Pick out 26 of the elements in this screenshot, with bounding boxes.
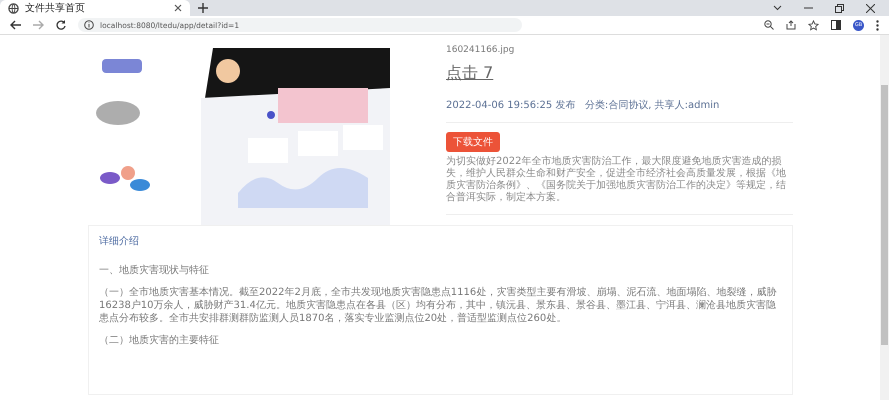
share-icon[interactable] bbox=[786, 20, 796, 30]
detail-heading: 详细介绍 bbox=[99, 234, 140, 248]
more-icon[interactable] bbox=[876, 20, 879, 30]
globe-icon bbox=[8, 2, 19, 14]
detail-paragraph: （一）全市地质灾害基本情况。截至2022年2月底，全市共发现地质灾害隐患点1116处，灾害类型主要有滑坡、崩塌、泥石流、地面塌陷、地裂缝，威胁16238户10万余人，威胁财产31.4亿元。地质灾害隐患点在各县（区）均有分布，其中，镇沅县、景东县、景谷县、墨江县、宁洱县、澜沧县地质灾害隐患点分布较多。全市共安排群测群防监测人员1870名，落实专业监测点位20处，普适型监测点位260处。 bbox=[99, 286, 778, 325]
chevron-down-icon[interactable] bbox=[773, 5, 782, 11]
sidebar-icon[interactable] bbox=[831, 20, 841, 30]
file-meta: 2022-04-06 19:56:25 发布 分类:合同协议, 共享人:admin bbox=[446, 98, 720, 112]
new-tab-icon[interactable] bbox=[198, 3, 208, 13]
close-icon[interactable] bbox=[174, 4, 182, 12]
back-arrow-icon[interactable] bbox=[10, 20, 21, 30]
browser-tab[interactable]: 文件共享首页 bbox=[0, 0, 190, 16]
detail-paragraph: （二）地质灾害的主要特征 bbox=[99, 334, 220, 347]
reload-icon[interactable] bbox=[56, 20, 66, 30]
close-icon[interactable] bbox=[866, 4, 875, 12]
star-icon[interactable] bbox=[808, 20, 819, 30]
file-name: 160241166.jpg bbox=[446, 45, 516, 55]
file-title: 点击 7 bbox=[446, 63, 494, 84]
zoom-icon[interactable] bbox=[764, 20, 774, 30]
info-icon bbox=[84, 20, 94, 30]
detail-paragraph: 一、地质灾害现状与特征 bbox=[99, 264, 210, 277]
scrollbar[interactable] bbox=[880, 35, 889, 400]
minimize-icon[interactable] bbox=[804, 7, 813, 9]
restore-icon[interactable] bbox=[835, 4, 844, 12]
file-summary: 为切实做好2022年全市地质灾害防治工作，最大限度避免地质灾害造成的损失，维护人民群众生命和财产安全，促进全市经济社会高质量发展，根据《地质灾害防治条例》、《国务院关于加强地质灾害防治工作的决定》等规定，结合普洱实际，制定本方案。 bbox=[446, 156, 787, 204]
download-button[interactable]: 下载文件 bbox=[446, 132, 500, 152]
